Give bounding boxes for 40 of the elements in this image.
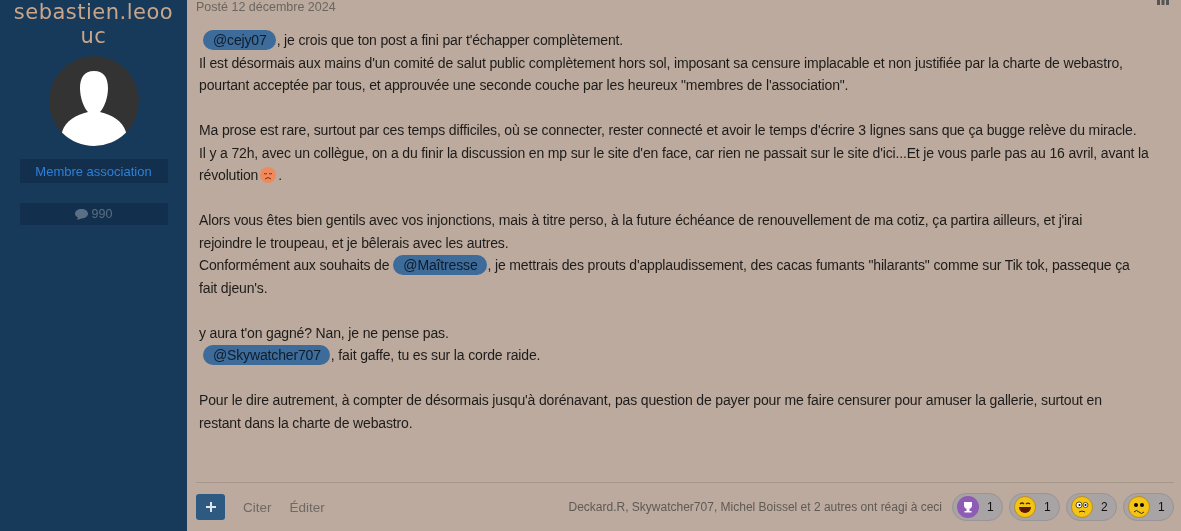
post-text: Conformément aux souhaits de [199, 257, 390, 273]
post-text: Alors vous êtes bien gentils avec vos injonctions, mais à titre perso, à la future échéance de renouvellement de ma cotiz, ça partira ailleurs, et j'irai [199, 212, 1083, 228]
user-mention-link[interactable]: @Skywatcher707 [203, 345, 330, 365]
post-text: fait djeun's. [199, 279, 268, 296]
post-count-value: 990 [91, 207, 113, 221]
post-text: , je mettrais des prouts d'applaudissement, des cacas fumants "hilarants" comme sur Tik tok, passeque ça [487, 257, 1130, 273]
reaction-button[interactable]: 1 [1009, 493, 1060, 521]
add-button[interactable] [196, 494, 225, 520]
more-options-icon[interactable] [1157, 0, 1169, 5]
post-text: restant dans la charte de webastro. [199, 414, 413, 431]
user-mention-link[interactable]: @Maîtresse [393, 255, 487, 275]
reaction-button[interactable]: 1 [1123, 493, 1174, 521]
trophy-icon [957, 496, 979, 518]
post-text: , je crois que ton post a fini par t'échapper complètement. [276, 32, 623, 48]
post-text: , fait gaffe, tu es sur la corde raide. [330, 347, 541, 363]
avatar-silhouette-icon [48, 56, 139, 146]
post-text: révolution [199, 167, 259, 183]
post-text: Ma prose est rare, surtout par ces temps difficiles, où se connecter, rester connecté et avoir le temps d'écrire 3 lignes sans que ça bugge relève du miracle. [199, 122, 1137, 138]
speech-bubble-icon [74, 208, 88, 220]
post-action-link[interactable]: Éditer [289, 499, 325, 515]
worried-face-icon [1128, 496, 1150, 518]
post-text: pourtant acceptée par tous, et approuvée une seconde couche par les heureux "membres de l'association". [199, 77, 849, 93]
post-text: Il est désormais aux mains d'un comité de salut public complètement hors sol, imposant sa censure implacable et non justifiée par la charte de webastro, [199, 54, 1123, 71]
post-text: Pour le dire autrement, à compter de désormais jusqu'à dorénavant, pas question de payer pour me faire censurer pour amuser la gallerie, surtout en [199, 392, 1102, 408]
author-name[interactable]: sebastien.leoouc [13, 0, 174, 48]
post-text: rejoindre le troupeau, et je bêlerais avec les autres. [199, 234, 509, 251]
plus-icon [205, 502, 216, 512]
reaction-button[interactable]: 1 [952, 493, 1003, 521]
post-text: y aura t'on gagné? Nan, je ne pense pas. [199, 324, 449, 341]
post-text: Il y a 72h, avec un collègue, on a du finir la discussion en mp sur le site d'en face, car rien ne passait sur le site d'ici...Et je vous parle pas au 16 avril, avant la [199, 144, 1149, 161]
reactions-summary[interactable]: Deckard.R, Skywatcher707, Michel Boissel et 2 autres ont réagi à ceci [568, 500, 942, 514]
reaction-button[interactable]: 2 [1066, 493, 1117, 521]
weary-face-icon [260, 167, 277, 183]
post-text: . [278, 167, 282, 183]
post-action-link[interactable]: Citer [243, 499, 272, 515]
user-mention-link[interactable]: @cejy07 [203, 30, 276, 50]
user-role-label: Membre association [19, 159, 168, 183]
post-date: Posté 12 décembre 2024 [196, 0, 336, 15]
confused-face-icon [1071, 496, 1093, 518]
laughing-face-icon [1014, 496, 1036, 518]
